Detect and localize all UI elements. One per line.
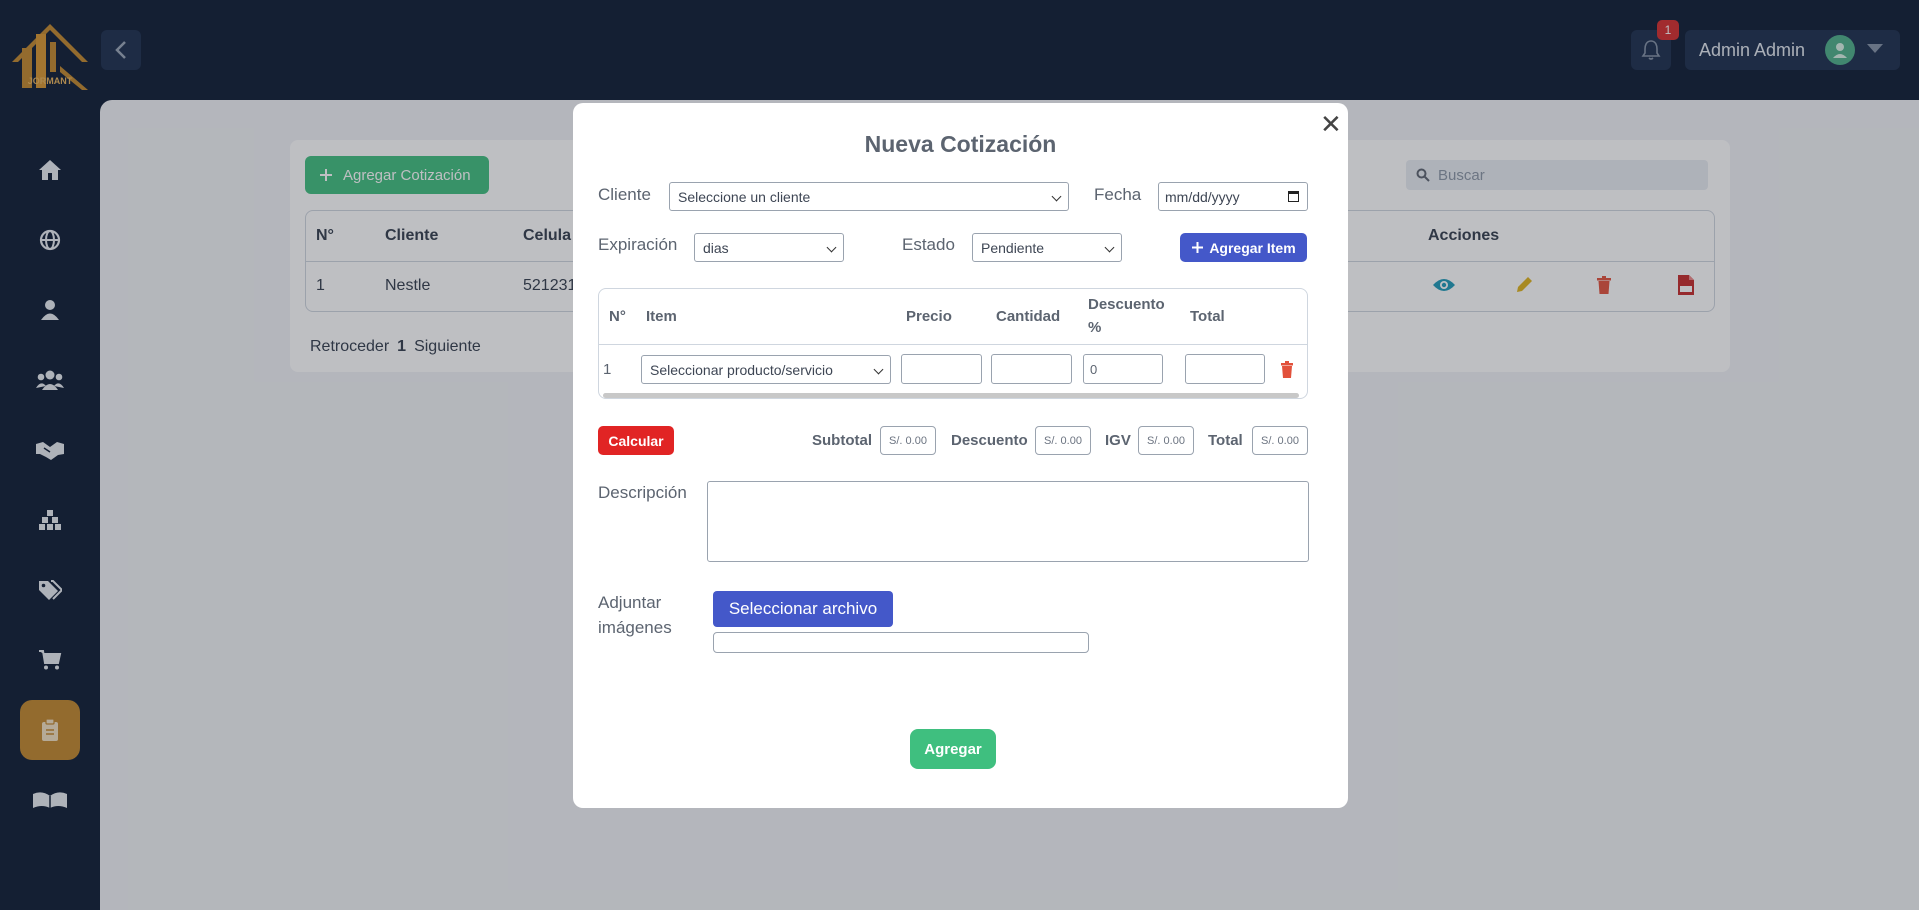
total-field: S/. 0.00 xyxy=(1252,426,1308,455)
discount-value: S/. 0.00 xyxy=(1044,434,1082,447)
items-header-quantity: Cantidad xyxy=(996,308,1061,325)
items-header-item: Item xyxy=(646,308,677,325)
items-header-number: N° xyxy=(609,308,626,325)
status-label: Estado xyxy=(902,235,955,254)
attach-label-line2: imágenes xyxy=(598,618,672,637)
expiration-select-value: dias xyxy=(703,239,729,256)
subtotal-label: Subtotal xyxy=(812,432,872,449)
total-label: Total xyxy=(1208,432,1243,449)
items-divider xyxy=(599,344,1307,345)
item-total-input[interactable] xyxy=(1185,354,1265,384)
subtotal-value: S/. 0.00 xyxy=(889,434,927,447)
item-row-number: 1 xyxy=(603,361,612,378)
total-value: S/. 0.00 xyxy=(1261,434,1299,447)
calculate-button[interactable]: Calcular xyxy=(598,426,674,455)
igv-label: IGV xyxy=(1105,432,1131,449)
description-textarea[interactable] xyxy=(707,481,1309,562)
item-quantity-input[interactable] xyxy=(991,354,1072,384)
add-item-button[interactable]: Agregar Item xyxy=(1180,233,1307,262)
calendar-icon[interactable] xyxy=(1288,191,1299,202)
status-select-value: Pendiente xyxy=(981,239,1045,256)
items-header-price: Precio xyxy=(906,308,952,325)
item-discount-input[interactable]: 0 xyxy=(1083,354,1163,384)
client-select[interactable]: Seleccione un cliente xyxy=(669,182,1069,211)
discount-label: Descuento xyxy=(951,432,1028,449)
subtotal-field: S/. 0.00 xyxy=(880,426,936,455)
expiration-label: Expiración xyxy=(598,235,678,254)
plus-icon xyxy=(1192,242,1204,253)
add-item-label: Agregar Item xyxy=(1209,239,1296,256)
expiration-select[interactable]: dias xyxy=(694,233,844,262)
date-field[interactable]: mm/dd/yyyy xyxy=(1158,182,1308,211)
items-table: N° Item Precio Cantidad Descuento % Tota… xyxy=(598,288,1308,399)
discount-field: S/. 0.00 xyxy=(1035,426,1091,455)
item-product-select[interactable]: Seleccionar producto/servicio xyxy=(641,355,891,384)
description-label: Descripción xyxy=(598,483,687,502)
items-header-total: Total xyxy=(1190,308,1225,325)
date-field-value: mm/dd/yyyy xyxy=(1165,188,1240,205)
client-label: Cliente xyxy=(598,185,651,204)
igv-value: S/. 0.00 xyxy=(1147,434,1185,447)
trash-icon[interactable] xyxy=(1280,361,1294,378)
select-file-button[interactable]: Seleccionar archivo xyxy=(713,591,893,627)
new-quote-modal: ✕ Nueva Cotización Cliente Seleccione un… xyxy=(573,103,1348,808)
status-select[interactable]: Pendiente xyxy=(972,233,1122,262)
modal-title: Nueva Cotización xyxy=(864,131,1057,157)
item-price-input[interactable] xyxy=(901,354,982,384)
igv-field: S/. 0.00 xyxy=(1138,426,1194,455)
items-header-discount-pct: % xyxy=(1088,319,1102,336)
horizontal-scrollbar[interactable] xyxy=(603,393,1299,398)
submit-button[interactable]: Agregar xyxy=(910,729,996,769)
item-product-value: Seleccionar producto/servicio xyxy=(650,361,833,378)
item-discount-value: 0 xyxy=(1090,361,1098,377)
file-name-field[interactable] xyxy=(713,632,1089,653)
attach-label-line1: Adjuntar xyxy=(598,593,662,612)
date-label: Fecha xyxy=(1094,185,1142,204)
items-header-discount: Descuento xyxy=(1088,296,1165,313)
client-select-value: Seleccione un cliente xyxy=(678,188,811,205)
